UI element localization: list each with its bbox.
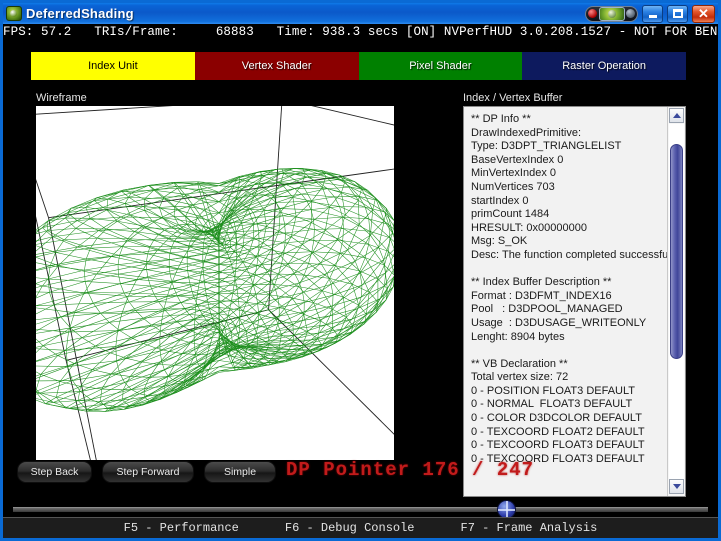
stage-label: Vertex Shader: [241, 60, 312, 72]
simple-mode-button[interactable]: Simple: [204, 461, 276, 483]
frame-controls: Step Back Step Forward Simple DP Pointer…: [13, 459, 713, 487]
buffer-line: Lenght: 8904 bytes: [471, 330, 565, 343]
record-dot-icon: [588, 9, 597, 18]
buffer-line: HRESULT: 0x00000000: [471, 221, 587, 234]
buffer-line: [471, 263, 663, 277]
stage-raster-operation[interactable]: Raster Operation: [522, 52, 686, 80]
stage-label: Index Unit: [88, 60, 138, 72]
bounding-box-wireframe: [36, 106, 394, 460]
scrollbar-track[interactable]: [669, 124, 684, 479]
status-item-debug-console[interactable]: F6 - Debug Console: [285, 521, 415, 535]
buffer-line: Total vertex size: 72: [471, 371, 569, 384]
status-bar: F5 - Performance F6 - Debug Console F7 -…: [3, 517, 718, 538]
step-back-button[interactable]: Step Back: [17, 461, 92, 483]
wireframe-panel-label: Wireframe: [36, 92, 87, 104]
close-button[interactable]: ✕: [692, 4, 715, 23]
scrollbar-thumb[interactable]: [670, 144, 683, 359]
pipeline-stage-bar: Index Unit Vertex Shader Pixel Shader Ra…: [31, 52, 686, 80]
buffer-line: 0 - TEXCOORD FLOAT3 DEFAULT: [471, 439, 645, 452]
buffer-line: MinVertexIndex 0: [471, 167, 556, 180]
buffer-line: Pool : D3DPOOL_MANAGED: [471, 303, 623, 316]
dp-pointer-readout: DP Pointer 176 / 247: [286, 459, 535, 481]
buffer-scrollbar[interactable]: [667, 107, 685, 496]
mesh-wireframe: [36, 168, 394, 412]
buffer-text-area[interactable]: ** DP Info ** DrawIndexedPrimitive: Type: …: [464, 107, 667, 496]
minimize-icon: [648, 15, 657, 18]
stage-label: Pixel Shader: [409, 60, 472, 72]
chevron-up-icon: [672, 113, 681, 118]
slider-track[interactable]: [13, 507, 708, 512]
status-item-frame-analysis[interactable]: F7 - Frame Analysis: [461, 521, 598, 535]
buffer-line: BaseVertexIndex 0: [471, 153, 564, 166]
buffer-line: ** VB Declaration **: [471, 357, 568, 370]
scroll-up-button[interactable]: [669, 108, 684, 123]
app-icon: [6, 6, 22, 21]
status-dot-icon: [626, 9, 635, 18]
window-title: DeferredShading: [26, 6, 134, 21]
stage-vertex-shader[interactable]: Vertex Shader: [194, 52, 359, 80]
stage-label: Raster Operation: [562, 60, 646, 72]
stage-index-unit[interactable]: Index Unit: [31, 52, 195, 80]
buffer-line: Desc: The function completed successful: [471, 248, 667, 261]
buffer-line: ** DP Info **: [471, 113, 531, 125]
buffer-line: 0 - NORMAL FLOAT3 DEFAULT: [471, 398, 633, 411]
frame-scrub-slider[interactable]: [13, 500, 708, 517]
application-window: DeferredShading ✕ FPS: 57.2 TRIs/Frame: …: [0, 0, 721, 541]
maximize-icon: [672, 9, 683, 18]
buffer-line: ** Index Buffer Description **: [471, 276, 612, 289]
buffer-line: Type: D3DPT_TRIANGLELIST: [471, 140, 622, 153]
buffer-panel: ** DP Info ** DrawIndexedPrimitive: Type: …: [463, 106, 686, 497]
buffer-line: 0 - TEXCOORD FLOAT2 DEFAULT: [471, 425, 645, 438]
title-bar-controls: ✕: [585, 4, 718, 23]
buffer-line: Usage : D3DUSAGE_WRITEONLY: [471, 316, 647, 329]
title-bar: DeferredShading ✕: [3, 3, 718, 24]
buffer-line: Format : D3DFMT_INDEX16: [471, 289, 612, 302]
buffer-line: Msg: S_OK: [471, 235, 528, 248]
buffer-line: [471, 344, 663, 358]
perfhud-status-line: FPS: 57.2 TRIs/Frame: 68883 Time: 938.3 …: [3, 24, 718, 40]
status-item-performance[interactable]: F5 - Performance: [124, 521, 239, 535]
buffer-line: NumVertices 703: [471, 180, 555, 193]
nvperfhud-widget[interactable]: [585, 5, 638, 22]
wireframe-render: [36, 106, 394, 460]
wireframe-viewport[interactable]: [36, 106, 394, 460]
maximize-button[interactable]: [667, 4, 688, 23]
buffer-line: DrawIndexedPrimitive:: [471, 126, 582, 139]
slider-handle[interactable]: [497, 500, 517, 517]
nvidia-logo-icon: [598, 6, 625, 21]
buffer-line: primCount 1484: [471, 208, 550, 221]
minimize-button[interactable]: [642, 4, 663, 23]
buffer-panel-label: Index / Vertex Buffer: [463, 92, 563, 104]
buffer-line: 0 - POSITION FLOAT3 DEFAULT: [471, 384, 636, 397]
step-forward-button[interactable]: Step Forward: [102, 461, 194, 483]
buffer-line: 0 - COLOR D3DCOLOR DEFAULT: [471, 412, 642, 425]
client-area: Index Unit Vertex Shader Pixel Shader Ra…: [3, 40, 718, 517]
stage-pixel-shader[interactable]: Pixel Shader: [358, 52, 523, 80]
buffer-line: startIndex 0: [471, 194, 529, 207]
